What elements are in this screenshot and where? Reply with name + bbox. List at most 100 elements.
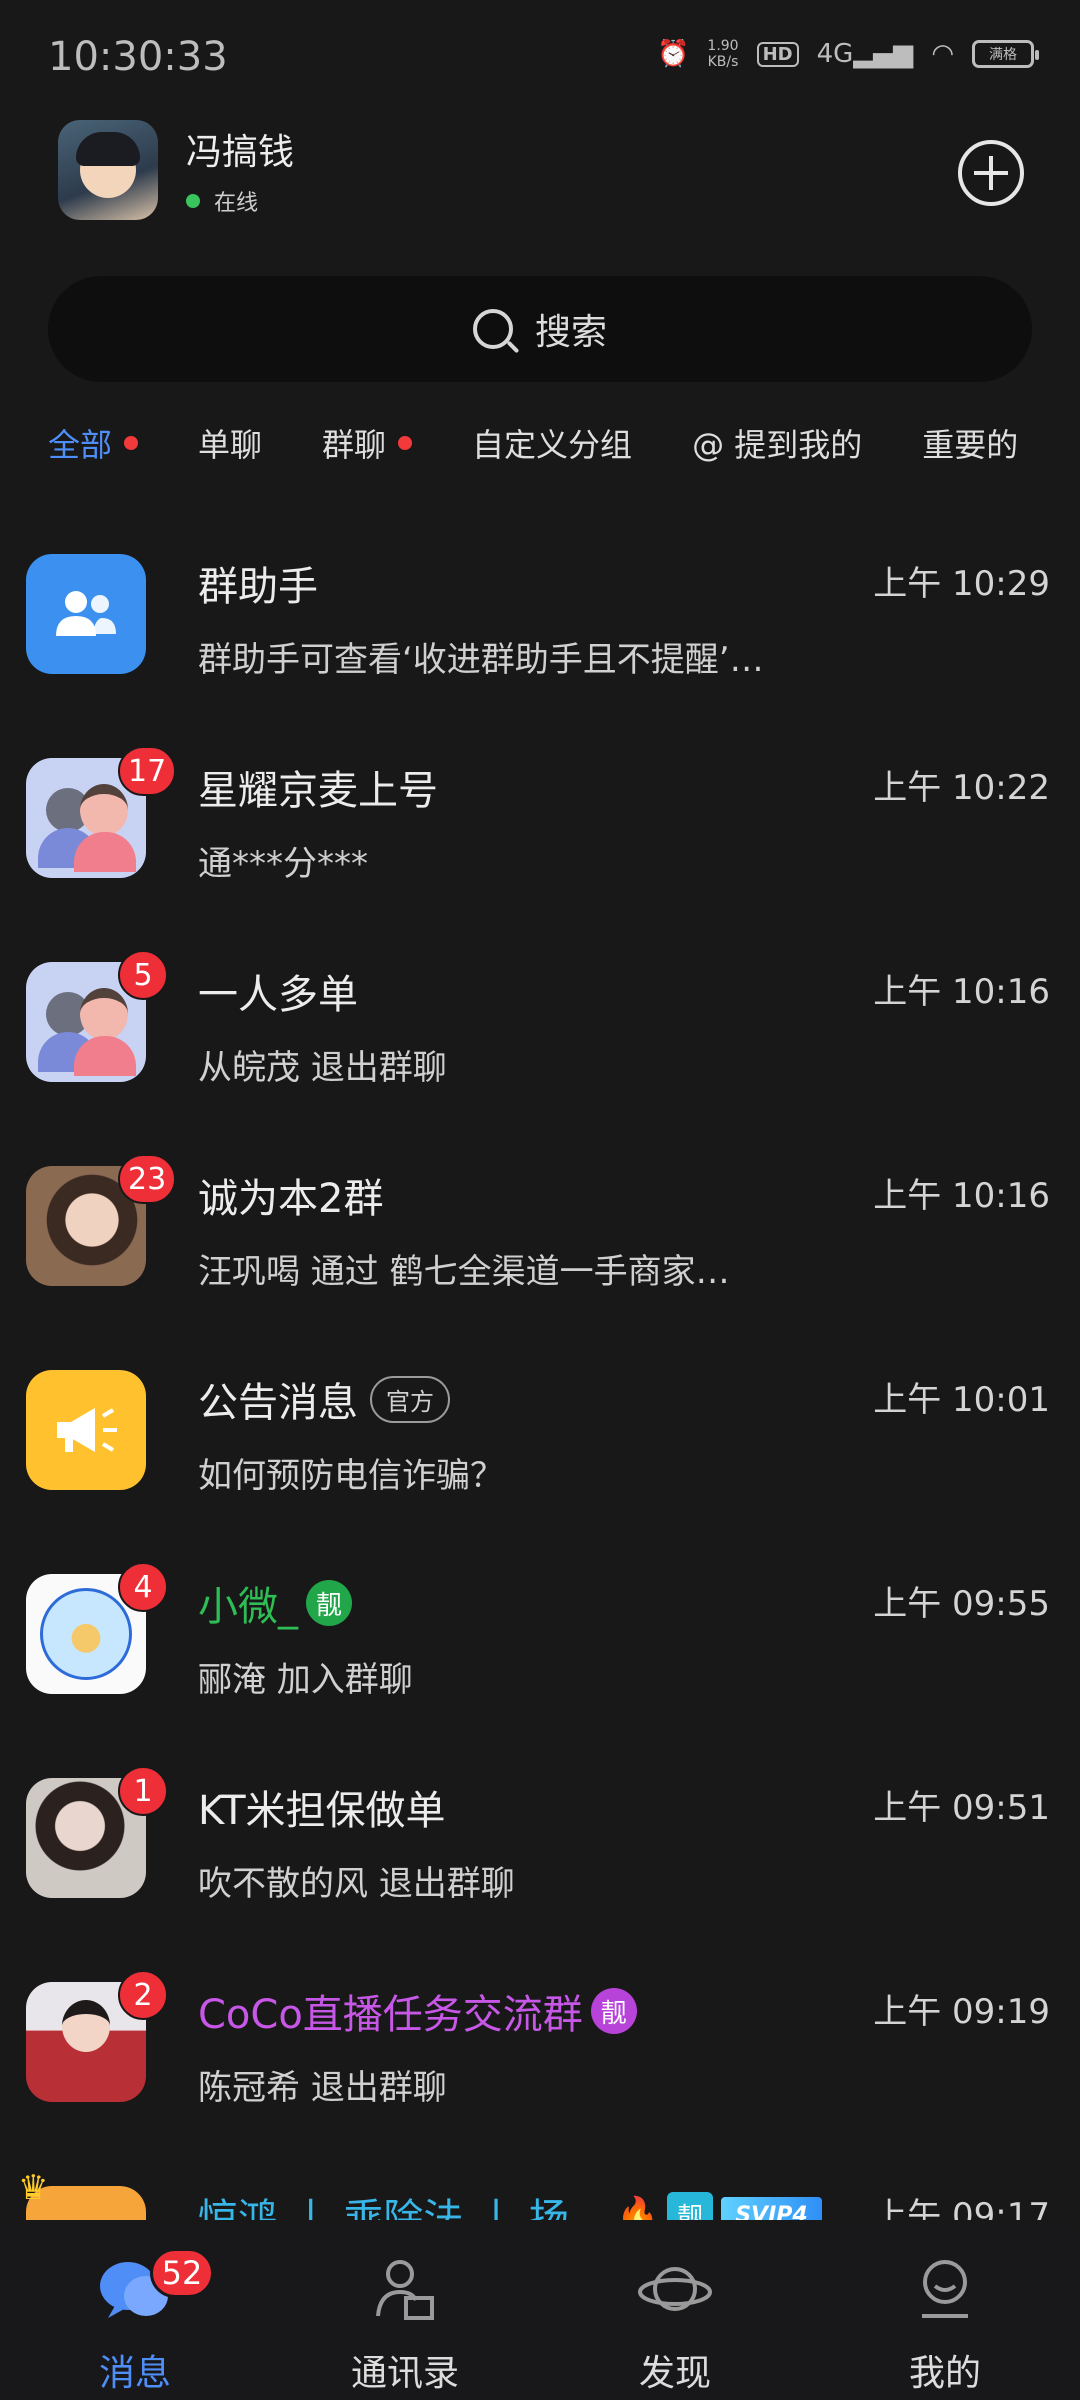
chat-time: 上午 09:19 bbox=[873, 1992, 1050, 2032]
chat-name-text: 公告消息 bbox=[198, 1380, 358, 1426]
unread-dot-icon bbox=[398, 436, 413, 450]
planet-icon bbox=[638, 2267, 712, 2311]
online-dot-icon bbox=[186, 194, 200, 208]
nav-me[interactable]: 我的 bbox=[810, 2226, 1080, 2400]
tab-mentions[interactable]: @ 提到我的 bbox=[692, 420, 862, 466]
tab-single-chat[interactable]: 单聊 bbox=[198, 420, 262, 466]
online-status-label: 在线 bbox=[214, 191, 259, 216]
add-button[interactable] bbox=[958, 140, 1024, 206]
chat-preview: 汪巩喝 通过 鹤七全渠道一手商家… bbox=[198, 1252, 730, 1292]
liang-badge-icon: 靓 bbox=[667, 2192, 714, 2220]
tab-group-chat[interactable]: 群聊 bbox=[322, 420, 413, 466]
wifi-icon: ◠ bbox=[931, 39, 954, 69]
tab-label: 全部 bbox=[48, 426, 113, 464]
status-time: 10:30:33 bbox=[48, 34, 228, 80]
list-item[interactable]: 2 CoCo直播任务交流群 靓 陈冠希 退出群聊 上午 09:19 bbox=[0, 1948, 1080, 2152]
unread-badge: 2 bbox=[118, 1970, 168, 2020]
list-item[interactable]: 4 小微_ 靓 郦淹 加入群聊 上午 09:55 bbox=[0, 1540, 1080, 1744]
profile-icon bbox=[922, 2260, 968, 2318]
tab-label: 自定义分组 bbox=[472, 426, 633, 464]
chat-preview: 从皖茂 退出群聊 bbox=[198, 1048, 447, 1088]
list-item[interactable]: 17 星耀京麦上号 通***分*** 上午 10:22 bbox=[0, 724, 1080, 928]
profile-name: 冯搞钱 bbox=[186, 132, 295, 173]
list-item[interactable]: 1 KT米担保做单 吹不散的风 退出群聊 上午 09:51 bbox=[0, 1744, 1080, 1948]
avatar[interactable] bbox=[58, 120, 158, 220]
chat-name: 惊鸿 丨 乘除法 丨 扬… 🔥 靓 SVIP4 bbox=[198, 2186, 822, 2220]
list-item[interactable]: 23 诚为本2群 汪巩喝 通过 鹤七全渠道一手商家… 上午 10:16 bbox=[0, 1132, 1080, 1336]
tab-custom-groups[interactable]: 自定义分组 bbox=[472, 420, 632, 466]
unread-badge: 23 bbox=[118, 1154, 177, 1204]
crown-icon: ♛ bbox=[18, 2168, 49, 2208]
battery-label: 满格 bbox=[989, 47, 1017, 63]
unread-badge: 1 bbox=[118, 1766, 168, 1816]
liang-badge-icon: 靓 bbox=[306, 1580, 352, 1626]
status-icons: ⏰ 1.90 KB/s HD 4G▂▄▆ ◠ 满格 bbox=[657, 38, 1039, 70]
megaphone-icon bbox=[26, 1370, 146, 1490]
contacts-icon bbox=[376, 2260, 434, 2320]
chat-name: 小微_ 靓 bbox=[198, 1574, 352, 1632]
unread-badge: 5 bbox=[118, 950, 168, 1000]
chat-name: 群助手 bbox=[198, 564, 318, 610]
nav-contacts-label: 通讯录 bbox=[350, 2353, 459, 2394]
svip-badge: SVIP4 bbox=[721, 2196, 822, 2220]
chat-preview: 吹不散的风 退出群聊 bbox=[198, 1864, 515, 1904]
liang-badge-icon: 靓 bbox=[590, 1988, 637, 2034]
tab-all[interactable]: 全部 bbox=[48, 420, 139, 466]
nav-me-label: 我的 bbox=[908, 2353, 981, 2394]
official-tag: 官方 bbox=[370, 1375, 450, 1423]
chat-preview: 群助手可查看‘收进群助手且不提醒’… bbox=[198, 640, 764, 680]
chat-time: 上午 10:16 bbox=[873, 1176, 1050, 1216]
chat-name: 诚为本2群 bbox=[198, 1176, 384, 1222]
list-item[interactable]: 公告消息 官方 如何预防电信诈骗？ 上午 10:01 bbox=[0, 1336, 1080, 1540]
signal-icon: 4G▂▄▆ bbox=[816, 39, 914, 69]
net-speed-unit: KB/s bbox=[707, 54, 739, 70]
online-status[interactable]: 在线 bbox=[186, 185, 294, 217]
alarm-icon: ⏰ bbox=[657, 39, 690, 69]
chat-name: 一人多单 bbox=[198, 972, 358, 1018]
filter-tabs: 全部 单聊 群聊 自定义分组 @ 提到我的 重要的 bbox=[48, 420, 1078, 466]
tab-label: 重要的 bbox=[922, 426, 1019, 464]
net-speed-value: 1.90 bbox=[707, 38, 739, 54]
nav-discover-label: 发现 bbox=[638, 2353, 711, 2394]
chat-preview: 郦淹 加入群聊 bbox=[198, 1660, 413, 1700]
search-placeholder: 搜索 bbox=[534, 312, 607, 353]
search-icon bbox=[472, 309, 513, 349]
chat-name-text: 小微_ bbox=[198, 1584, 298, 1630]
unread-badge: 4 bbox=[118, 1562, 168, 1612]
nav-messages[interactable]: 52 消息 bbox=[0, 2226, 270, 2400]
list-item[interactable]: 群助手 群助手可查看‘收进群助手且不提醒’… 上午 10:29 bbox=[0, 520, 1080, 724]
chat-name: CoCo直播任务交流群 靓 bbox=[198, 1982, 637, 2040]
chat-time: 上午 10:01 bbox=[873, 1380, 1050, 1420]
profile-header[interactable]: 冯搞钱 在线 bbox=[58, 120, 294, 220]
messages-badge: 52 bbox=[150, 2248, 214, 2298]
tab-label: 群聊 bbox=[322, 426, 387, 464]
chat-preview: 如何预防电信诈骗？ bbox=[198, 1456, 504, 1496]
nav-discover[interactable]: 发现 bbox=[540, 2226, 810, 2400]
chat-time: 上午 10:29 bbox=[873, 564, 1050, 604]
unread-dot-icon bbox=[124, 436, 139, 450]
tab-label: @ 提到我的 bbox=[692, 426, 863, 464]
chat-list: 群助手 群助手可查看‘收进群助手且不提醒’… 上午 10:29 17 星耀京麦上… bbox=[0, 520, 1080, 2220]
bottom-nav: 52 消息 通讯录 发现 我的 bbox=[0, 2226, 1080, 2400]
search-bar[interactable]: 搜索 bbox=[48, 276, 1032, 382]
network-label: 4G bbox=[816, 39, 854, 69]
status-bar: 10:30:33 ⏰ 1.90 KB/s HD 4G▂▄▆ ◠ 满格 bbox=[0, 0, 1080, 112]
tab-important[interactable]: 重要的 bbox=[922, 420, 1018, 466]
list-item[interactable]: ♛ 惊鸿 丨 乘除法 丨 扬… 🔥 靓 SVIP4 上午 09:17 bbox=[0, 2152, 1080, 2220]
fire-icon: 🔥 bbox=[616, 2195, 660, 2220]
group-assistant-icon bbox=[26, 554, 146, 674]
tab-label: 单聊 bbox=[198, 426, 263, 464]
nav-contacts[interactable]: 通讯录 bbox=[270, 2226, 540, 2400]
net-speed: 1.90 KB/s bbox=[707, 38, 738, 70]
chat-time: 上午 09:17 bbox=[873, 2196, 1050, 2220]
chat-name: 公告消息 官方 bbox=[198, 1370, 450, 1428]
unread-badge: 17 bbox=[118, 746, 177, 796]
chat-name: 星耀京麦上号 bbox=[198, 768, 438, 814]
chat-name-text: CoCo直播任务交流群 bbox=[198, 1992, 583, 2038]
chat-time: 上午 09:51 bbox=[873, 1788, 1050, 1828]
chat-time: 上午 10:16 bbox=[873, 972, 1050, 1012]
hd-icon: HD bbox=[756, 41, 799, 67]
list-item[interactable]: 5 一人多单 从皖茂 退出群聊 上午 10:16 bbox=[0, 928, 1080, 1132]
chat-time: 上午 10:22 bbox=[873, 768, 1050, 808]
chat-name-text: 惊鸿 丨 乘除法 丨 扬… bbox=[198, 2196, 609, 2220]
